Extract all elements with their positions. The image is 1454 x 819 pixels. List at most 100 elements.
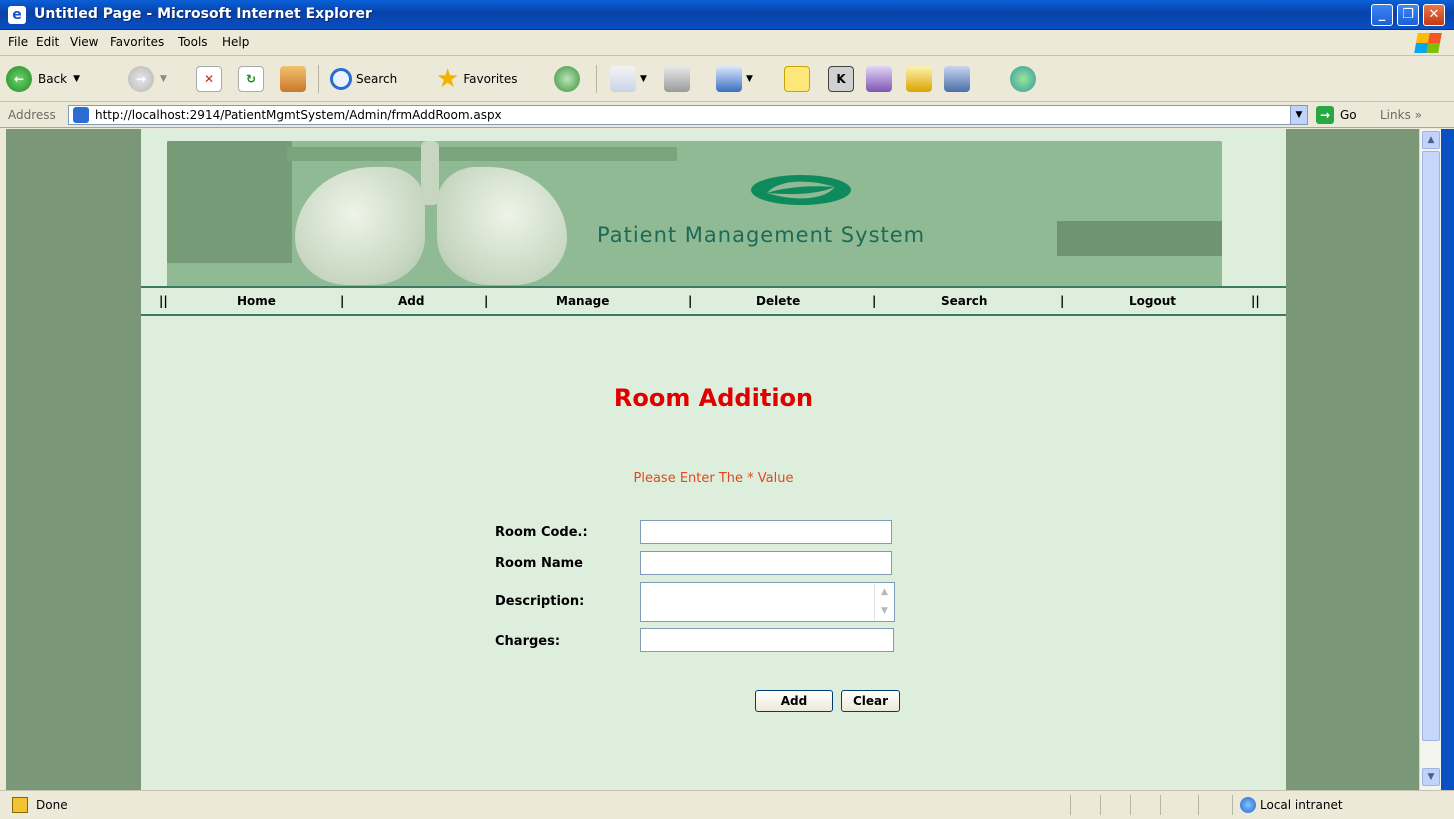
nav-bar: || Home | Add | Manage | Delete | Search…: [141, 286, 1286, 316]
title-bar: e Untitled Page - Microsoft Internet Exp…: [0, 0, 1454, 30]
forward-button[interactable]: → ▼: [128, 65, 167, 93]
menu-bar: File Edit View Favorites Tools Help: [0, 30, 1454, 56]
banner-texture: [287, 147, 677, 161]
charges-label: Charges:: [495, 634, 561, 649]
lungs-image: [437, 167, 567, 285]
chevron-down-icon: ▼: [746, 74, 753, 84]
status-divider: [1160, 795, 1161, 815]
status-divider: [1100, 795, 1101, 815]
status-bar: Done Local intranet: [0, 790, 1454, 819]
mail-button[interactable]: ▼: [610, 65, 647, 93]
browser-viewport: Patient Management System || Home | Add …: [6, 129, 1419, 790]
add-button[interactable]: Add: [755, 690, 833, 712]
address-url: http://localhost:2914/PatientMgmtSystem/…: [95, 108, 502, 122]
home-button[interactable]: [280, 65, 306, 93]
search-button[interactable]: Search: [330, 65, 397, 93]
k-button[interactable]: K: [828, 65, 854, 93]
nav-add[interactable]: Add: [398, 294, 424, 308]
menu-help[interactable]: Help: [222, 35, 249, 49]
address-input[interactable]: http://localhost:2914/PatientMgmtSystem/…: [68, 105, 1308, 125]
links-button[interactable]: Links »: [1380, 108, 1422, 122]
menu-view[interactable]: View: [70, 35, 98, 49]
textarea-scrollbar[interactable]: ▲ ▼: [874, 583, 894, 621]
research-button[interactable]: [906, 65, 932, 93]
nav-home[interactable]: Home: [237, 294, 276, 308]
room-name-input[interactable]: [640, 551, 892, 575]
chevron-down-icon: ▼: [73, 74, 81, 84]
charges-input[interactable]: [640, 628, 894, 652]
messenger-icon: [1010, 66, 1036, 92]
research-icon: [906, 66, 932, 92]
zone-label: Local intranet: [1260, 798, 1343, 812]
messenger-button[interactable]: [1010, 65, 1036, 93]
search-label: Search: [356, 72, 398, 86]
tool-button[interactable]: [944, 65, 970, 93]
chevron-up-icon[interactable]: ▲: [875, 583, 894, 602]
mail-icon: [610, 66, 636, 92]
menu-favorites[interactable]: Favorites: [110, 35, 164, 49]
chevron-down-icon[interactable]: ▼: [875, 602, 894, 621]
tool-icon: [944, 66, 970, 92]
nav-separator: |: [340, 294, 345, 308]
description-label: Description:: [495, 594, 585, 609]
nav-separator: |: [1060, 294, 1065, 308]
back-arrow-icon: ←: [6, 66, 32, 92]
nav-manage[interactable]: Manage: [556, 294, 609, 308]
status-divider: [1070, 795, 1071, 815]
nav-separator: |: [688, 294, 693, 308]
home-icon: [280, 66, 306, 92]
minimize-button[interactable]: _: [1371, 4, 1393, 26]
go-arrow-icon: →: [1316, 106, 1334, 124]
messenger-note-icon: [866, 66, 892, 92]
room-name-label: Room Name: [495, 556, 583, 571]
menu-file[interactable]: File: [8, 35, 28, 49]
page-container: Patient Management System || Home | Add …: [141, 129, 1286, 790]
refresh-button[interactable]: ↻: [238, 65, 264, 93]
restore-button[interactable]: ❐: [1397, 4, 1419, 26]
star-icon: ★: [436, 64, 460, 94]
status-divider: [1130, 795, 1131, 815]
ie-icon: e: [8, 6, 26, 24]
edit-page-icon: [716, 66, 742, 92]
print-icon: [664, 66, 690, 92]
page-icon: [73, 107, 89, 123]
toolbar: ← Back ▼ → ▼ ✕ ↻ Search ★ Favorites ▼ ▼ …: [0, 57, 1454, 102]
note-button[interactable]: [784, 65, 810, 93]
nav-separator: |: [872, 294, 877, 308]
room-code-input[interactable]: [640, 520, 892, 544]
close-button[interactable]: ✕: [1423, 4, 1445, 26]
nav-logout[interactable]: Logout: [1129, 294, 1176, 308]
print-button[interactable]: [664, 65, 690, 93]
page-scrollbar[interactable]: ▲ ▼: [1419, 129, 1441, 790]
address-label: Address: [8, 108, 56, 122]
messenger-note-button[interactable]: [866, 65, 892, 93]
chevron-up-icon[interactable]: ▲: [1422, 131, 1440, 149]
search-icon: [330, 68, 352, 90]
stop-icon: ✕: [196, 66, 222, 92]
clear-button[interactable]: Clear: [841, 690, 900, 712]
menu-edit[interactable]: Edit: [36, 35, 59, 49]
toolbar-separator: [596, 65, 597, 93]
stop-button[interactable]: ✕: [196, 65, 222, 93]
status-divider: [1198, 795, 1199, 815]
back-button[interactable]: ← Back ▼: [6, 65, 80, 93]
nav-delete[interactable]: Delete: [756, 294, 800, 308]
lungs-image: [295, 167, 425, 285]
scroll-thumb[interactable]: [1422, 151, 1440, 741]
edit-button[interactable]: ▼: [716, 65, 753, 93]
chevron-down-icon: ▼: [640, 74, 647, 84]
menu-tools[interactable]: Tools: [178, 35, 208, 49]
logo-icon: [751, 175, 851, 205]
favorites-label: Favorites: [463, 72, 518, 86]
go-button[interactable]: → Go: [1316, 106, 1357, 124]
toolbar-separator: [318, 65, 319, 93]
room-code-label: Room Code.:: [495, 525, 588, 540]
page-title: Room Addition: [613, 384, 814, 412]
chevron-down-icon[interactable]: ▼: [1290, 106, 1307, 124]
favorites-button[interactable]: ★ Favorites: [436, 64, 518, 94]
globe-icon: [1240, 797, 1256, 813]
chevron-down-icon[interactable]: ▼: [1422, 768, 1440, 786]
nav-search[interactable]: Search: [941, 294, 987, 308]
history-button[interactable]: [554, 65, 580, 93]
description-textarea[interactable]: ▲ ▼: [640, 582, 895, 622]
